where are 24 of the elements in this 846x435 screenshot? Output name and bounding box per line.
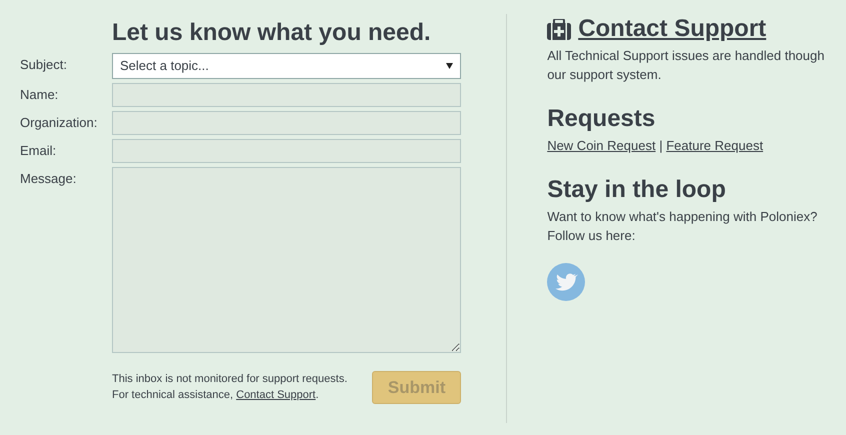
request-link[interactable]: Feature Request — [666, 138, 764, 153]
message-field[interactable] — [112, 167, 462, 353]
first-aid-kit-icon — [547, 18, 572, 40]
form-heading: Let us know what you need. — [112, 19, 432, 47]
topic-select[interactable]: Select a topic... — [112, 53, 462, 79]
field-label: Email: — [20, 142, 58, 160]
request-link[interactable]: New Coin Request — [547, 138, 656, 153]
twitter-bird-icon[interactable] — [547, 263, 586, 301]
caret-icon — [446, 63, 454, 69]
input-field[interactable] — [112, 83, 462, 107]
section-heading: Stay in the loop — [547, 175, 727, 205]
contact-support-link[interactable]: Contact Support — [236, 389, 316, 401]
separator: | — [659, 138, 663, 153]
input-field[interactable] — [112, 111, 462, 135]
field-label: Subject: — [20, 56, 68, 74]
contact-support-link[interactable]: Contact Support — [578, 14, 766, 44]
field-label: Message: — [20, 170, 78, 188]
field-label: Organization: — [20, 114, 98, 132]
section-heading: Requests — [547, 104, 656, 134]
input-field[interactable] — [112, 139, 462, 163]
field-label: Name: — [20, 86, 60, 104]
follow-text: Want to know what's happening with Poloniex? Follow us here: — [547, 208, 818, 245]
support-text: All Technical Support issues are handled though our support system. — [547, 47, 826, 84]
support-note: This inbox is not monitored for support requests. For technical assistance, Contact Support. — [112, 372, 348, 403]
